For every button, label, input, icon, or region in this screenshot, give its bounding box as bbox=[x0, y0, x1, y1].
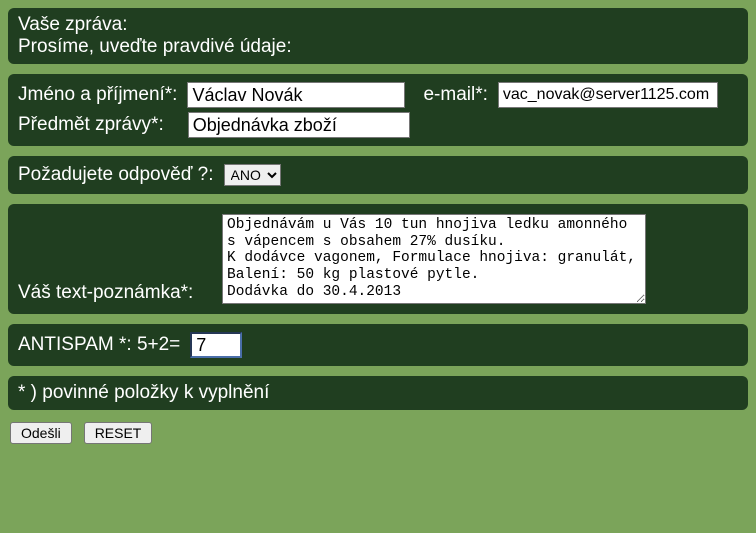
reply-label: Požadujete odpověď ?: bbox=[18, 164, 214, 186]
intro-line1: Vaše zpráva: bbox=[18, 14, 738, 36]
message-textarea[interactable] bbox=[222, 214, 646, 304]
subject-input[interactable] bbox=[188, 112, 410, 138]
antispam-block: ANTISPAM *: 5+2= bbox=[8, 324, 748, 366]
intro-block: Vaše zpráva: Prosíme, uveďte pravdivé úd… bbox=[8, 8, 748, 64]
antispam-label: ANTISPAM *: 5+2= bbox=[18, 334, 180, 356]
reply-select[interactable]: ANONE bbox=[224, 164, 281, 186]
identity-block: Jméno a příjmení*: e-mail*: Předmět zprá… bbox=[8, 74, 748, 146]
message-block: Váš text-poznámka*: bbox=[8, 204, 748, 314]
reply-block: Požadujete odpověď ?: ANONE bbox=[8, 156, 748, 194]
email-label: e-mail*: bbox=[423, 84, 487, 106]
footer-note: * ) povinné položky k vyplnění bbox=[18, 382, 738, 404]
intro-line2: Prosíme, uveďte pravdivé údaje: bbox=[18, 36, 738, 58]
name-input[interactable] bbox=[187, 82, 405, 108]
name-label: Jméno a příjmení*: bbox=[18, 84, 177, 106]
button-row: Odešli RESET bbox=[8, 420, 748, 446]
submit-button[interactable]: Odešli bbox=[10, 422, 72, 444]
email-input[interactable] bbox=[498, 82, 718, 108]
reset-button[interactable]: RESET bbox=[84, 422, 153, 444]
footer-note-block: * ) povinné položky k vyplnění bbox=[8, 376, 748, 410]
subject-label: Předmět zprávy*: bbox=[18, 114, 164, 136]
message-label: Váš text-poznámka*: bbox=[18, 282, 212, 304]
antispam-input[interactable] bbox=[190, 332, 242, 358]
